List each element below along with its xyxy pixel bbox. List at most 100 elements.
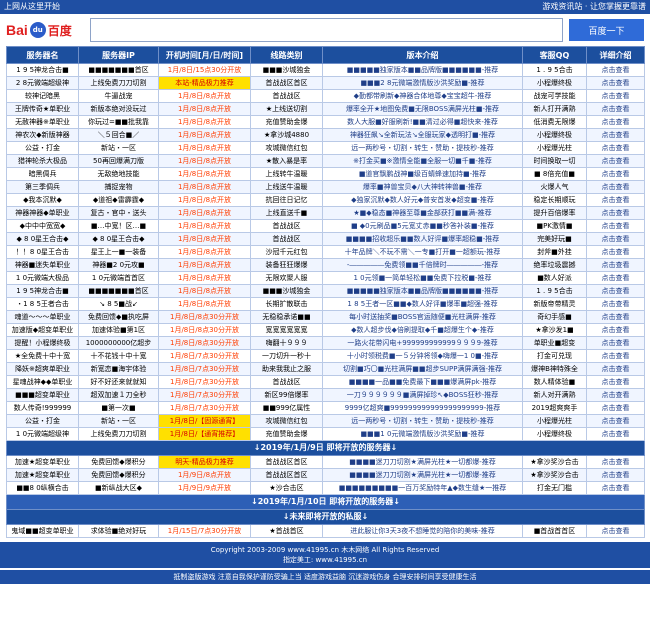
cell-details-link[interactable]: 点击查看 (586, 63, 645, 77)
cell-server-name[interactable]: 公益・打金 (6, 141, 79, 155)
cell-server-name[interactable]: 暗黑倜兵 (6, 167, 79, 181)
cell-version-intro[interactable]: 神器狂飙↘全新玩法↘全服玩家◆透明打■-推荐 (322, 128, 523, 142)
cell-server-name[interactable]: 星魂战神◆◆单职业 (6, 375, 79, 389)
cell-server-name[interactable]: ◆中中中宽宽◆ (6, 219, 79, 233)
cell-server-name[interactable]: 2 8元微端超级神 (6, 76, 79, 90)
cell-server-name[interactable]: ！！8 0星王合击 (6, 245, 79, 259)
baidu-logo[interactable]: Bai du 百度 (6, 19, 84, 41)
cell-server-name[interactable]: 提醒！小程爆终极 (6, 336, 79, 350)
cell-server-name[interactable]: 鬼域■■超变单职业 (6, 524, 79, 538)
cell-version-intro[interactable]: 爆率全开★地图免费■无限BOSS满屏光柱■-推荐 (322, 102, 523, 116)
cell-version-intro[interactable]: 1 0元领■一简单轻松■■免费下拉税■-推荐 (322, 271, 523, 285)
cell-details-link[interactable]: 点击查看 (586, 89, 645, 103)
cell-server-name[interactable]: ★全免费十中十宽 (6, 349, 79, 363)
cell-version-intro[interactable]: ◆勤都带刷新◆神器合体地尊◆宝宝超牛-推荐 (322, 89, 523, 103)
cell-details-link[interactable]: 点击查看 (586, 336, 645, 350)
cell-details-link[interactable]: 点击查看 (586, 167, 645, 181)
cell-details-link[interactable]: 点击查看 (586, 481, 645, 495)
search-button[interactable]: 百度一下 (569, 19, 644, 41)
cell-details-link[interactable]: 点击查看 (586, 245, 645, 259)
cell-details-link[interactable]: 点击查看 (586, 284, 645, 298)
cell-details-link[interactable]: 点击查看 (586, 388, 645, 402)
cell-details-link[interactable]: 点击查看 (586, 102, 645, 116)
cell-details-link[interactable]: 点击查看 (586, 206, 645, 220)
cell-details-link[interactable]: 点击查看 (586, 297, 645, 311)
cell-server-name[interactable]: 无赦神器※单职业 (6, 115, 79, 129)
footer-designer[interactable]: 指定美工: www.41995.cn (0, 555, 650, 565)
cell-version-intro[interactable]: 1 8 5王者一区■■◆数人好评■爆率■超强-推荐 (322, 297, 523, 311)
cell-version-intro[interactable]: ■■■■一品■■免费最下■■■爆满屏pk-推荐 (322, 375, 523, 389)
cell-server-name[interactable]: 加速版◆超变单职业 (6, 323, 79, 337)
cell-details-link[interactable]: 点击查看 (586, 468, 645, 482)
cell-server-name[interactable]: ・1 8 5王者合击 (6, 297, 79, 311)
cell-details-link[interactable]: 点击查看 (586, 427, 645, 441)
cell-details-link[interactable]: 点击查看 (586, 258, 645, 272)
cell-server-name[interactable]: 较神记暗黑 (6, 89, 79, 103)
cell-details-link[interactable]: 点击查看 (586, 141, 645, 155)
cell-version-intro[interactable]: 切割■巧〇■光柱满屏■■超步SUPP满屏满强-推荐 (322, 362, 523, 376)
cell-version-intro[interactable]: ■ ◆0元刷品■5元宽丈赤■■秒答补装■-推荐 (322, 219, 523, 233)
cell-details-link[interactable]: 点击查看 (586, 455, 645, 469)
cell-version-intro[interactable]: ■■■■迷刀刀切割★满屏光柱★一切都爆-推荐 (322, 468, 523, 482)
cell-server-name[interactable]: 1 0元微端大极品 (6, 271, 79, 285)
cell-server-name[interactable]: 魂道～～～单职业 (6, 310, 79, 324)
cell-version-intro[interactable]: 9999亿超爽■999999999999999999999-推荐 (322, 401, 523, 415)
cell-version-intro[interactable]: 远一两秒号・切割・转生・赞助・提枝秒-推荐 (322, 414, 523, 428)
cell-details-link[interactable]: 点击查看 (586, 310, 645, 324)
cell-details-link[interactable]: 点击查看 (586, 180, 645, 194)
cell-version-intro[interactable]: ■■■■■独家版本■■品牌版■■■■■■-推荐 (322, 284, 523, 298)
cell-server-name[interactable]: 1 9 5神龙合击■ (6, 63, 79, 77)
cell-version-intro[interactable]: ■■■■招收超乐■■数人好评■爆率超稳■-推荐 (322, 232, 523, 246)
cell-server-name[interactable]: 神农次◆新版神器 (6, 128, 79, 142)
cell-server-name[interactable]: 王牌传奇★单职业 (6, 102, 79, 116)
cell-version-intro[interactable]: ■■■■迷刀刀切割★满屏光柱★一切都爆-推荐 (322, 455, 523, 469)
cell-version-intro[interactable]: ■道官飘鹏战神■级百蜻蜂速加持■-推荐 (322, 167, 523, 181)
cell-version-intro[interactable]: 远一两秒号・切割・转生・赞助・提枝秒-推荐 (322, 141, 523, 155)
cell-version-intro[interactable]: ■■■■■独家版本■■品牌版■■■■■■-推荐 (322, 63, 523, 77)
cell-version-intro[interactable]: ■■■1 0元微端激情版沙洪奖励■-推荐 (322, 427, 523, 441)
cell-details-link[interactable]: 点击查看 (586, 271, 645, 285)
cell-details-link[interactable]: 点击查看 (586, 375, 645, 389)
cell-version-intro[interactable]: ■■■■■■■■■一百万奖励特年▲◆数生缝★一推荐 (322, 481, 523, 495)
cell-server-name[interactable]: 猎神轮杀大极品 (6, 154, 79, 168)
cell-server-name[interactable]: 公益・打金 (6, 414, 79, 428)
cell-server-name[interactable]: 第三季倜兵 (6, 180, 79, 194)
cell-details-link[interactable]: 点击查看 (586, 154, 645, 168)
cell-version-intro[interactable]: ★■◆稳态■神器至尊■金部获打■■满-推荐 (322, 206, 523, 220)
cell-version-intro[interactable]: 一路火花带闪电+999999999999９９９9-推荐 (322, 336, 523, 350)
cell-server-name[interactable]: 神器神器◆单职业 (6, 206, 79, 220)
cell-version-intro[interactable]: ※打金买■※激情全能■全服一切■千■-推荐 (322, 154, 523, 168)
cell-server-name[interactable]: 数人传奇!999999 (6, 401, 79, 415)
cell-version-intro[interactable]: 十年品牌＼不玩不需＼一专■打开■一超额玩-推荐 (322, 245, 523, 259)
cell-version-intro[interactable]: ◆独家沉默◆数人好元◆普安首发◆超变■-推荐 (322, 193, 523, 207)
cell-version-intro[interactable]: 进此服让你3天3夜不想睡觉的陪你的美味-推荐 (322, 524, 523, 538)
cell-server-name[interactable]: 加速★超变单职业 (6, 468, 79, 482)
cell-server-name[interactable]: ◆ 8 0星王合击◆ (6, 232, 79, 246)
cell-details-link[interactable]: 点击查看 (586, 414, 645, 428)
cell-details-link[interactable]: 点击查看 (586, 401, 645, 415)
cell-version-intro[interactable]: ■■■2 8元微端激情版沙洪奖励■-推荐 (322, 76, 523, 90)
cell-details-link[interactable]: 点击查看 (586, 232, 645, 246)
cell-version-intro[interactable]: 数人大服■好服刷新!■■清过必得■超快来-推荐 (322, 115, 523, 129)
cell-server-name[interactable]: 降妖※超爽单职业 (6, 362, 79, 376)
cell-details-link[interactable]: 点击查看 (586, 193, 645, 207)
cell-server-name[interactable]: 1 0元微端超级神 (6, 427, 79, 441)
cell-version-intro[interactable]: ◆数人超步伐◆倍刷提取◆千■超爆生个◆-推荐 (322, 323, 523, 337)
cell-details-link[interactable]: 点击查看 (586, 128, 645, 142)
cell-details-link[interactable]: 点击查看 (586, 323, 645, 337)
cell-version-intro[interactable]: 十小时领税费■一５分钟将领◆嗨爆一1 0■-推荐 (322, 349, 523, 363)
cell-server-name[interactable]: ■■■超变单职业 (6, 388, 79, 402)
cell-server-name[interactable]: ◆我本沉默◆ (6, 193, 79, 207)
cell-details-link[interactable]: 点击查看 (586, 362, 645, 376)
cell-details-link[interactable]: 点击查看 (586, 76, 645, 90)
top-bar-right-text[interactable]: 游戏资讯站 · 让您掌握更靠谱 (542, 0, 646, 14)
cell-server-name[interactable]: 神器■迷失单职业 (6, 258, 79, 272)
cell-version-intro[interactable]: 每小时送抽奖■BOSS官运随便■光柱满屏-推荐 (322, 310, 523, 324)
cell-version-intro[interactable]: 一刀９９９９９９■满屏掉珍↖◆BOSS狂秒-推荐 (322, 388, 523, 402)
cell-server-name[interactable]: ■■8 0纵横合击 (6, 481, 79, 495)
cell-details-link[interactable]: 点击查看 (586, 349, 645, 363)
cell-details-link[interactable]: 点击查看 (586, 524, 645, 538)
cell-server-name[interactable]: 加速★超变单职业 (6, 455, 79, 469)
cell-details-link[interactable]: 点击查看 (586, 219, 645, 233)
cell-version-intro[interactable]: -―――――免费领■■千倍牌时―――――-推荐 (322, 258, 523, 272)
